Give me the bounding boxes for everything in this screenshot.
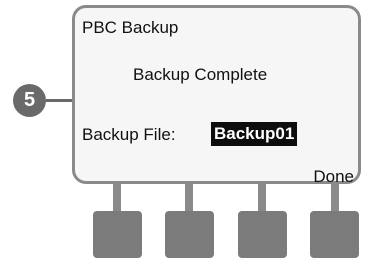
- softkey-button-3[interactable]: [238, 211, 287, 258]
- button-4-stem: [331, 184, 339, 212]
- button-2-stem: [185, 184, 193, 212]
- softkey-button-2[interactable]: [165, 211, 214, 258]
- softkey-button-1[interactable]: [93, 211, 142, 258]
- button-1-stem: [113, 184, 121, 212]
- done-softkey-label: Done: [313, 167, 354, 186]
- softkey-button-4-done[interactable]: [310, 211, 359, 258]
- button-3-stem: [258, 184, 266, 212]
- screen-title: PBC Backup: [82, 18, 179, 37]
- backup-file-value[interactable]: Backup01: [211, 122, 298, 146]
- callout-number-badge: 5: [13, 84, 46, 117]
- status-message: Backup Complete: [133, 65, 268, 84]
- lcd-screen: PBC Backup Backup Complete Backup File: …: [72, 5, 361, 186]
- backup-file-label: Backup File:: [82, 125, 176, 144]
